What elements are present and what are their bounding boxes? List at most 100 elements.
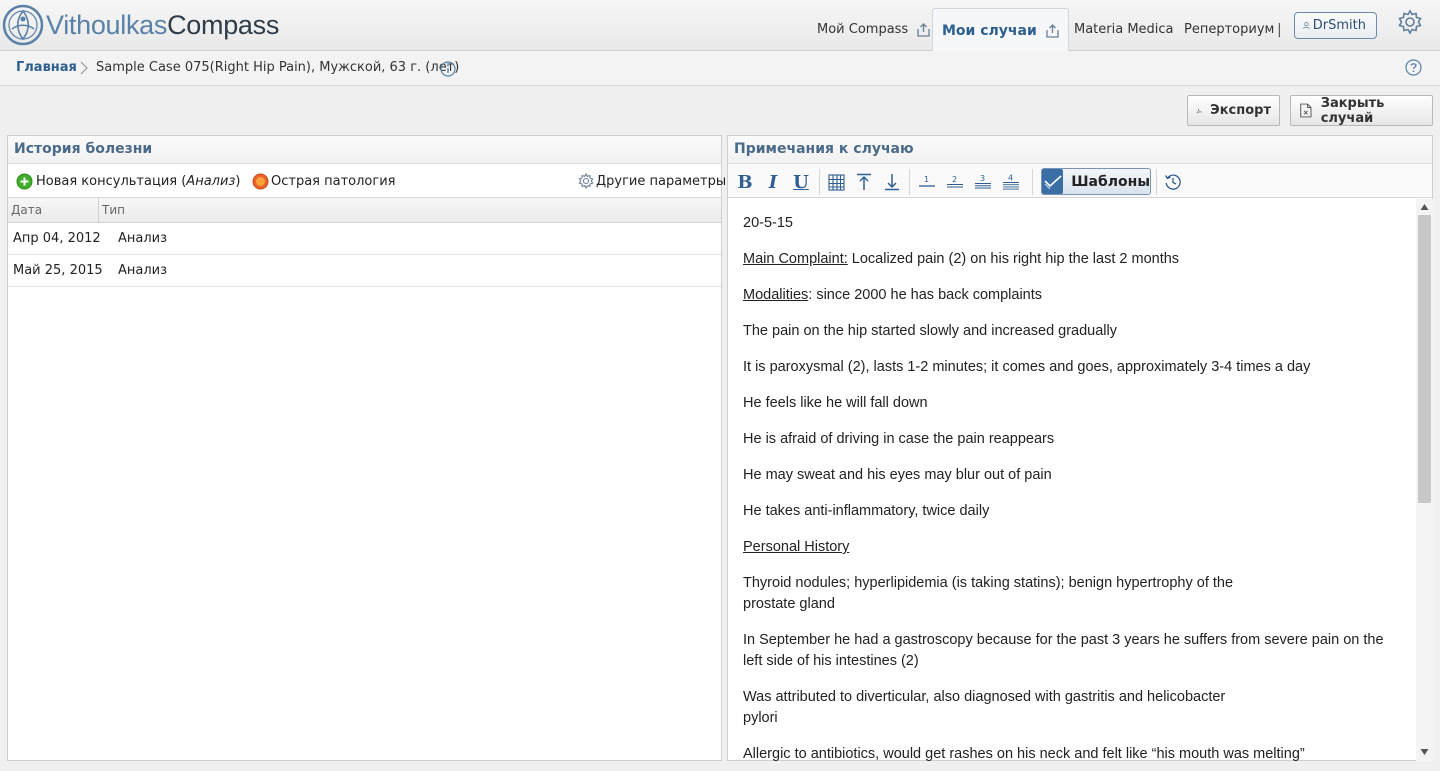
help-icon[interactable] [1405, 59, 1422, 76]
svg-text:4: 4 [1008, 174, 1013, 183]
align-bottom-icon[interactable] [881, 171, 903, 193]
svg-text:3: 3 [980, 174, 985, 183]
note-paragraph: Was attributed to diverticular, also dia… [743, 687, 1403, 729]
toolbar-divider [1156, 169, 1157, 195]
nav-my-cases-label: Мои случаи [942, 22, 1037, 39]
note-paragraph: He is afraid of driving in case the pain… [743, 431, 1055, 447]
user-name: DrSmith [1312, 18, 1366, 33]
close-case-button[interactable]: Закрыть случай [1290, 95, 1433, 126]
chevron-right-icon [80, 61, 88, 75]
italic-icon[interactable]: I [762, 171, 784, 193]
top-bar: VithoulkasCompass Мой Compass Мои случаи… [0, 0, 1440, 52]
nav-separator: | [1277, 21, 1282, 38]
heading-1-icon[interactable]: 1 [916, 171, 938, 193]
scroll-up-icon[interactable] [1420, 203, 1429, 211]
table-row[interactable]: Май 25, 2015 Анализ [8, 255, 721, 287]
note-personal-history-label: Personal History [743, 539, 850, 555]
note-line: Was attributed to diverticular, also dia… [743, 689, 1226, 705]
checkmark-icon [1042, 169, 1064, 194]
note-modalities-text: : since 2000 he has back complaints [808, 287, 1043, 303]
table-row[interactable]: Апр 04, 2012 Анализ [8, 223, 721, 255]
note-line: left side of his intestines (2) [743, 653, 919, 669]
row-type: Анализ [118, 263, 168, 278]
row-type: Анализ [118, 231, 168, 246]
acute-pathology-button[interactable]: Острая патология [252, 173, 395, 190]
note-paragraph: Allergic to antibiotics, would get rashe… [743, 746, 1305, 761]
note-line: In September he had a gastroscopy becaus… [743, 632, 1384, 648]
toolbar-divider [1032, 169, 1033, 195]
templates-button[interactable]: Шаблоны [1041, 168, 1151, 195]
notes-panel: Примечания к случаю B I U 1 2 3 4 Шаблон… [727, 135, 1433, 761]
history-toolbar: Новая консультация (Анализ) Острая патол… [8, 164, 726, 198]
column-date[interactable]: Дата [11, 203, 42, 217]
table-icon[interactable] [825, 171, 847, 193]
note-paragraph: The pain on the hip started slowly and i… [743, 323, 1118, 339]
close-case-label: Закрыть случай [1320, 95, 1385, 126]
main-nav: Мой Compass Мои случаи Materia Medica Ре… [0, 8, 1440, 52]
note-paragraph: In September he had a gastroscopy becaus… [743, 630, 1403, 672]
heading-2-icon[interactable]: 2 [944, 171, 966, 193]
settings-gear-icon[interactable] [1397, 9, 1423, 35]
note-personal-history: Personal History [743, 537, 1403, 558]
export-button[interactable]: Экспорт [1187, 95, 1280, 126]
note-paragraph: It is paroxysmal (2), lasts 1-2 minutes;… [743, 359, 1311, 375]
share-icon[interactable] [1046, 23, 1059, 38]
notes-editor[interactable]: 20-5-15 Main Complaint: Localized pain (… [728, 199, 1416, 761]
history-icon[interactable] [1162, 171, 1184, 193]
notes-scrollbar[interactable] [1416, 199, 1433, 761]
note-line: pylori [743, 710, 778, 726]
toolbar-divider [819, 169, 820, 195]
share-icon[interactable] [917, 22, 930, 37]
info-icon[interactable] [440, 61, 456, 77]
new-consultation-type: Анализ [186, 174, 236, 189]
scrollbar-thumb[interactable] [1418, 215, 1431, 503]
nav-materia-medica-label: Materia Medica [1074, 22, 1174, 37]
note-modalities: Modalities: since 2000 he has back compl… [743, 285, 1403, 306]
gear-icon [578, 173, 594, 189]
new-consultation-close: ) [235, 174, 241, 189]
history-title: История болезни [8, 136, 721, 164]
nav-materia-medica[interactable]: Materia Medica [1074, 8, 1174, 51]
breadcrumb: Главная Sample Case 075(Right Hip Pain),… [0, 51, 1440, 86]
breadcrumb-home[interactable]: Главная [16, 60, 77, 75]
history-table-header: Дата Тип [8, 198, 721, 223]
svg-text:2: 2 [952, 175, 957, 184]
new-consultation-label: Новая консультация ( [36, 174, 187, 189]
heading-3-icon[interactable]: 3 [972, 171, 994, 193]
breadcrumb-case: Sample Case 075(Right Hip Pain), Мужской… [96, 60, 460, 75]
bold-icon[interactable]: B [734, 171, 756, 193]
underline-icon[interactable]: U [790, 171, 812, 193]
new-consultation-button[interactable]: Новая консультация (Анализ) [16, 173, 240, 190]
note-line: Thyroid nodules; hyperlipidemia (is taki… [743, 575, 1234, 591]
note-main-complaint-label: Main Complaint: [743, 251, 848, 267]
history-panel: История болезни Новая консультация (Анал… [7, 135, 726, 761]
heading-4-icon[interactable]: 4 [1000, 171, 1022, 193]
note-main-complaint: Main Complaint: Localized pain (2) on hi… [743, 249, 1403, 270]
note-paragraph: He may sweat and his eyes may blur out o… [743, 467, 1052, 483]
acute-pathology-label: Острая патология [271, 174, 396, 189]
nav-repertory-label: Реперториум [1184, 22, 1275, 37]
nav-my-cases[interactable]: Мои случаи [932, 8, 1069, 52]
toolbar-divider [909, 169, 910, 195]
note-date: 20-5-15 [743, 215, 793, 231]
close-document-icon [1300, 103, 1312, 118]
pdf-icon [1196, 107, 1202, 113]
templates-label: Шаблоны [1071, 173, 1150, 190]
note-paragraph: He takes anti-inflammatory, twice daily [743, 503, 990, 519]
column-divider[interactable] [98, 198, 99, 222]
other-parameters-button[interactable]: Другие параметры [578, 173, 726, 189]
align-top-icon[interactable] [853, 171, 875, 193]
note-line: prostate gland [743, 596, 835, 612]
scroll-down-icon[interactable] [1420, 748, 1429, 756]
note-main-complaint-text: Localized pain (2) on his right hip the … [847, 251, 1180, 267]
acute-icon [252, 173, 269, 190]
notes-title: Примечания к случаю [728, 136, 1432, 164]
note-paragraph: He feels like he will fall down [743, 395, 928, 411]
nav-my-compass[interactable]: Мой Compass [817, 8, 930, 51]
plus-circle-icon [16, 173, 33, 190]
svg-text:1: 1 [924, 175, 929, 184]
nav-repertory[interactable]: Реперториум [1184, 8, 1274, 51]
user-button[interactable]: DrSmith [1294, 12, 1377, 39]
nav-my-compass-label: Мой Compass [817, 22, 909, 37]
column-type[interactable]: Тип [102, 203, 125, 217]
